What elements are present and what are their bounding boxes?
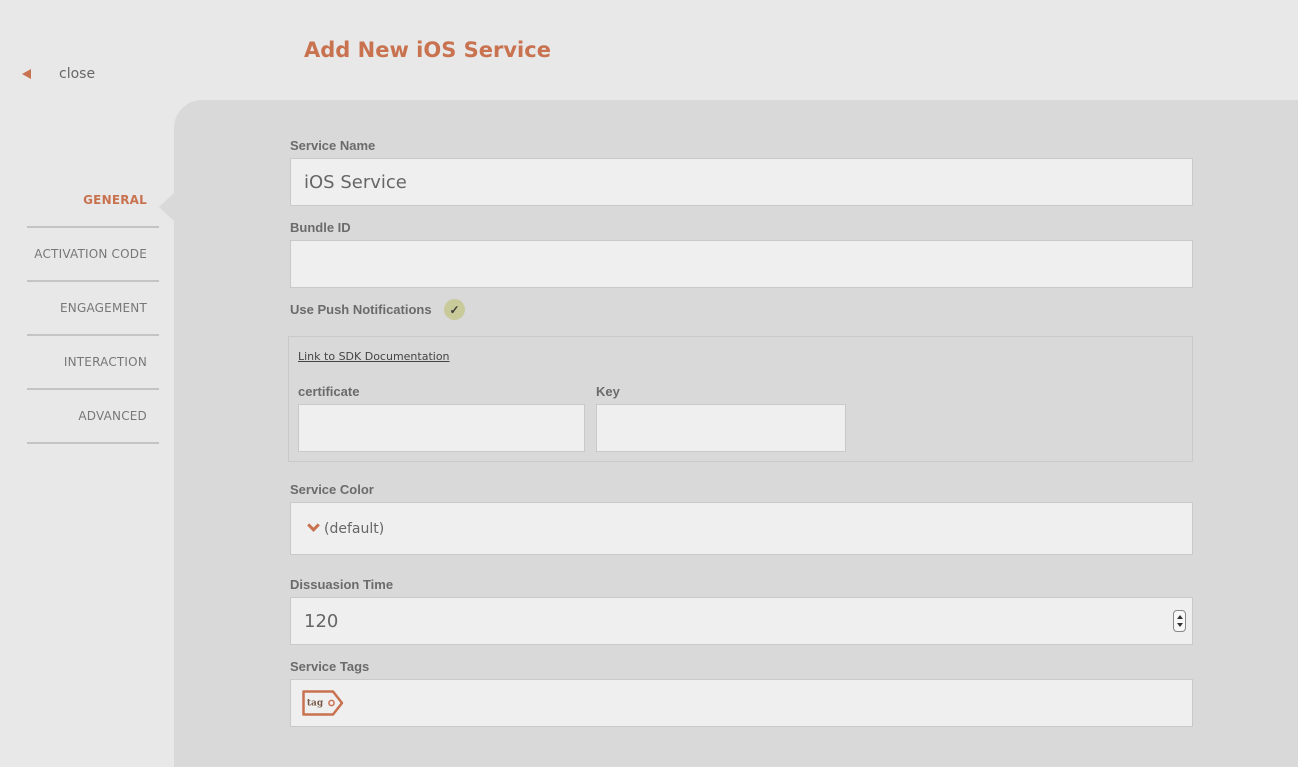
- nav-item-advanced[interactable]: ADVANCED: [27, 390, 159, 444]
- service-tags-input[interactable]: [290, 679, 1193, 727]
- push-notifications-checkbox[interactable]: ✓: [444, 299, 465, 320]
- nav-item-activation-code[interactable]: ACTIVATION CODE: [27, 228, 159, 282]
- key-input[interactable]: [596, 404, 846, 452]
- section-nav: GENERAL ACTIVATION CODE ENGAGEMENT INTER…: [27, 174, 159, 444]
- tag-icon-text: tag: [307, 699, 324, 709]
- service-color-value: (default): [324, 520, 385, 537]
- page-title: Add New iOS Service: [304, 38, 551, 62]
- service-color-select[interactable]: (default): [290, 502, 1193, 555]
- bundle-id-input[interactable]: [290, 240, 1193, 288]
- service-color-label: Service Color: [290, 482, 374, 497]
- chevron-down-icon: [307, 519, 320, 532]
- back-triangle-icon: [22, 69, 31, 79]
- tag-icon[interactable]: tag: [302, 690, 344, 716]
- checkmark-icon: ✓: [449, 302, 460, 317]
- dissuasion-time-label: Dissuasion Time: [290, 577, 394, 592]
- spinner-down-icon[interactable]: [1176, 623, 1183, 627]
- nav-item-general[interactable]: GENERAL: [27, 174, 159, 228]
- dissuasion-time-input[interactable]: 120: [290, 597, 1193, 645]
- service-name-label: Service Name: [290, 138, 376, 153]
- certificate-input[interactable]: [298, 404, 585, 452]
- service-tags-label: Service Tags: [290, 659, 370, 674]
- key-label: Key: [596, 384, 620, 399]
- active-nav-pointer: [159, 192, 175, 222]
- spinner-up-icon[interactable]: [1176, 615, 1183, 619]
- nav-item-interaction[interactable]: INTERACTION: [27, 336, 159, 390]
- push-notifications-label: Use Push Notifications: [290, 302, 432, 317]
- service-name-input[interactable]: iOS Service: [290, 158, 1193, 206]
- certificate-label: certificate: [298, 384, 360, 399]
- spinner-arrows-icon[interactable]: [1173, 610, 1186, 632]
- nav-item-engagement[interactable]: ENGAGEMENT: [27, 282, 159, 336]
- close-button[interactable]: close: [22, 66, 95, 82]
- close-label: close: [59, 66, 96, 82]
- sdk-documentation-link[interactable]: Link to SDK Documentation: [298, 350, 450, 363]
- bundle-id-label: Bundle ID: [290, 220, 351, 235]
